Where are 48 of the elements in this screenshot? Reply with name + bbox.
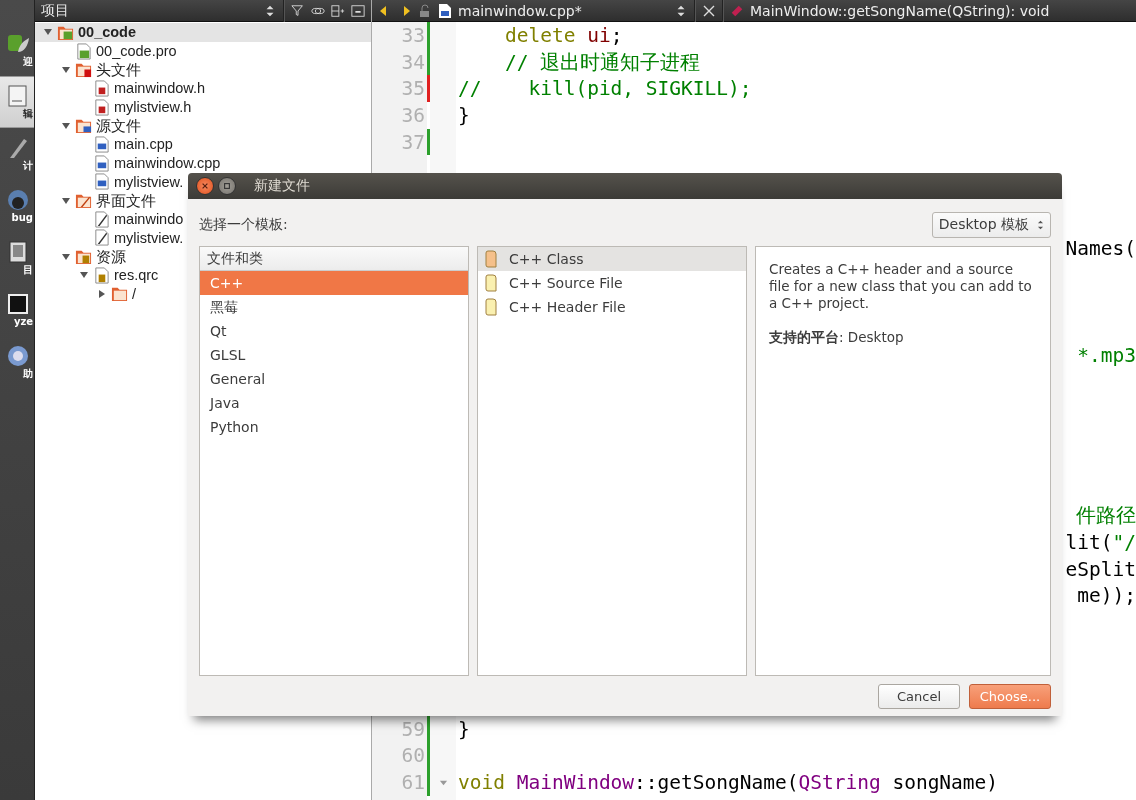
code-line: } [458, 103, 470, 127]
tree-label: mylistview.h [114, 99, 192, 116]
code-line: *.mp3 [1077, 344, 1136, 368]
platform-text: 支持的平台: Desktop [769, 329, 905, 347]
tree-label: mainwindow.cpp [114, 155, 221, 172]
tree-label: mainwindow.h [114, 80, 206, 97]
tree-label: res.qrc [114, 267, 159, 284]
line-number: 36 [401, 103, 425, 127]
tree-label: mylistview. [114, 229, 184, 246]
line-number: 59 [401, 717, 425, 741]
mode-label: 助 [23, 368, 33, 380]
code-line: me)); [1077, 584, 1136, 608]
tree-label: 源文件 [96, 117, 141, 134]
mode-label: 迎 [23, 56, 33, 68]
tree-label: mainwindo [114, 211, 184, 228]
mode-label: yze [13, 316, 33, 328]
tree-label: 00_code [78, 24, 137, 41]
line-number: 61 [401, 771, 425, 795]
mode-label: 辑 [23, 108, 33, 120]
code-line: // kill(pid, SIGKILL); [458, 77, 752, 101]
tree-label: 资源 [96, 248, 126, 265]
dialog-title: 新建文件 [254, 177, 310, 195]
code-line: } [458, 717, 470, 741]
line-number: 34 [401, 50, 425, 74]
mode-label: bug [11, 212, 33, 224]
tree-label: main.cpp [114, 136, 173, 153]
code-line: Names( [1065, 237, 1136, 261]
code-line: 件路径 [1076, 503, 1136, 530]
code-line: void MainWindow::getSongName(QString songName) [458, 771, 999, 795]
code-line: eSplit [1065, 557, 1136, 581]
tree-label: mylistview. [114, 173, 184, 190]
line-number: 33 [401, 23, 425, 47]
code-line: delete ui; [503, 23, 623, 47]
code-line: // 退出时通知子进程 [503, 50, 701, 74]
prompt-label: 选择一个模板: [199, 216, 288, 234]
mode-label: 计 [23, 160, 33, 172]
panel-title: 项目 [41, 1, 70, 20]
tree-label: 00_code.pro [96, 43, 177, 60]
line-number: 37 [401, 130, 425, 154]
template-description: Creates a C++ header and a source file for a new class that you can add to a C++ project. [769, 261, 1033, 312]
tree-label: / [132, 285, 137, 302]
mode-label: 目 [23, 264, 33, 276]
line-number: 35 [401, 77, 425, 101]
line-number: 60 [401, 744, 425, 768]
tree-label: 界面文件 [96, 192, 156, 209]
list-header: 文件和类 [200, 247, 468, 271]
tree-label: 头文件 [96, 61, 141, 78]
code-line: lit("/ [1065, 530, 1136, 554]
